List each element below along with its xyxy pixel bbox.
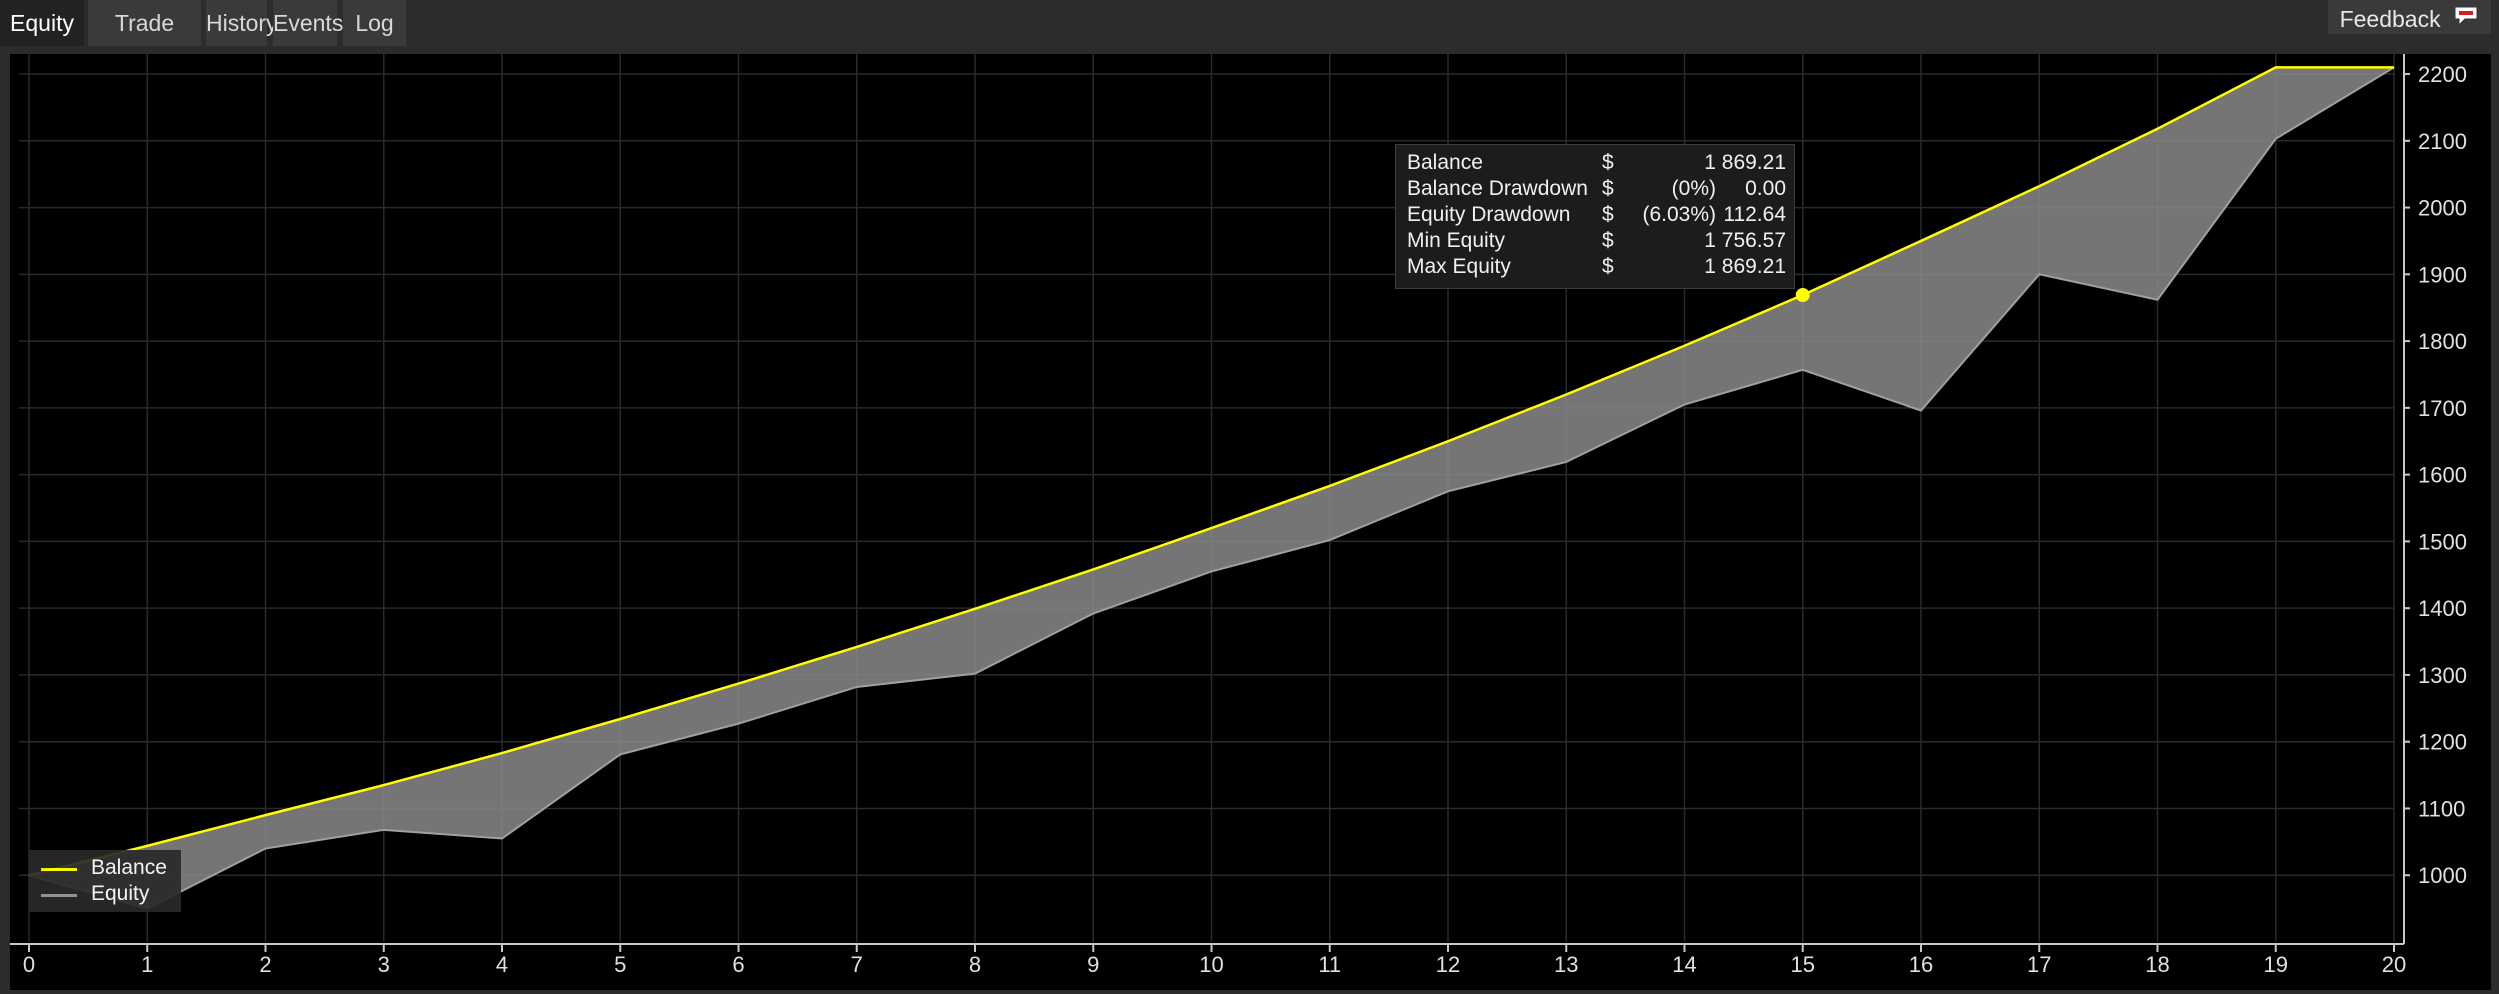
x-tick-label: 9	[1087, 952, 1099, 977]
tooltip-label: Max Equity	[1407, 255, 1511, 278]
x-tick-label: 12	[1436, 952, 1460, 977]
tooltip-currency: $	[1602, 151, 1614, 174]
y-tick-label: 1100	[2418, 796, 2465, 821]
y-tick-label: 1300	[2418, 663, 2467, 688]
tab-log[interactable]: Log	[343, 0, 406, 46]
tooltip-label: Balance Drawdown	[1407, 177, 1588, 200]
y-tick-label: 1600	[2418, 463, 2467, 488]
feedback-button[interactable]: Feedback	[2327, 0, 2491, 36]
tooltip-value: 0.00	[1745, 177, 1786, 200]
legend-balance-label: Balance	[91, 856, 167, 879]
tooltip-row-max-equity: Max Equity $ 1 869.21	[1396, 255, 1796, 281]
chart-tooltip: Balance $ 1 869.21 Balance Drawdown $ (0…	[1395, 144, 1795, 289]
x-tick-label: 15	[1791, 952, 1815, 977]
tooltip-percent: (6.03%)	[1642, 203, 1716, 226]
tooltip-value: 1 869.21	[1704, 255, 1786, 278]
balance-swatch	[41, 868, 77, 871]
tooltip-row-min-equity: Min Equity $ 1 756.57	[1396, 229, 1796, 255]
tooltip-currency: $	[1602, 255, 1614, 278]
x-tick-label: 10	[1199, 952, 1223, 977]
equity-swatch	[41, 894, 77, 897]
x-tick-label: 11	[1318, 952, 1341, 977]
feedback-label: Feedback	[2339, 5, 2441, 32]
tab-history[interactable]: History	[206, 0, 278, 46]
tooltip-currency: $	[1602, 229, 1614, 252]
tooltip-currency: $	[1602, 203, 1614, 226]
tooltip-value: 1 869.21	[1704, 151, 1786, 174]
x-tick-label: 3	[378, 952, 390, 977]
x-tick-label: 17	[2027, 952, 2051, 977]
x-tick-label: 1	[141, 952, 153, 977]
legend-equity-label: Equity	[91, 882, 150, 905]
y-tick-label: 1800	[2418, 329, 2467, 354]
x-tick-label: 6	[732, 952, 744, 977]
chart-legend: Balance Equity	[29, 850, 181, 912]
x-tick-label: 4	[496, 952, 508, 977]
y-tick-label: 1700	[2418, 396, 2467, 421]
x-tick-label: 13	[1554, 952, 1578, 977]
tab-equity-chart[interactable]: Equity Chart	[0, 0, 84, 82]
y-tick-label: 2100	[2418, 129, 2467, 154]
equity-chart: 1000110012001300140015001600170018001900…	[10, 54, 2467, 977]
tooltip-value: 112.64	[1723, 203, 1786, 226]
y-tick-label: 1900	[2418, 262, 2467, 287]
x-tick-label: 16	[1909, 952, 1933, 977]
tooltip-row-equity-drawdown: Equity Drawdown $ (6.03%) 112.64	[1396, 203, 1796, 229]
x-tick-label: 20	[2382, 952, 2406, 977]
x-tick-label: 19	[2264, 952, 2288, 977]
x-tick-label: 7	[851, 952, 863, 977]
y-tick-label: 1400	[2418, 596, 2467, 621]
x-tick-label: 18	[2145, 952, 2169, 977]
y-tick-label: 2200	[2418, 62, 2467, 87]
x-tick-label: 8	[969, 952, 981, 977]
tooltip-value: 1 756.57	[1704, 229, 1786, 252]
tooltip-percent: (0%)	[1671, 177, 1716, 200]
balance-highlight-point	[1795, 288, 1810, 303]
y-tick-label: 1500	[2418, 529, 2467, 554]
tab-events[interactable]: Events	[273, 0, 343, 46]
x-tick-label: 2	[259, 952, 271, 977]
tooltip-label: Min Equity	[1407, 229, 1506, 252]
tooltip-label: Balance	[1407, 151, 1483, 174]
tab-trade-statistics[interactable]: Trade Statistics	[88, 0, 201, 82]
x-tick-label: 14	[1672, 952, 1696, 977]
y-tick-label: 1200	[2418, 730, 2467, 755]
x-tick-label: 5	[614, 952, 626, 977]
speech-bubble-icon	[2453, 2, 2479, 36]
tooltip-label: Equity Drawdown	[1407, 203, 1571, 226]
x-tick-label: 0	[23, 952, 35, 977]
equity-chart-area[interactable]: 1000 1100 1200 1300 1400 1500 1600 1700 1800 1900…	[10, 54, 2491, 990]
tooltip-currency: $	[1602, 177, 1614, 200]
y-tick-label: 2000	[2418, 196, 2467, 221]
tooltip-row-balance: Balance $ 1 869.21	[1396, 151, 1796, 177]
tooltip-row-balance-drawdown: Balance Drawdown $ (0%) 0.00	[1396, 177, 1796, 203]
y-tick-label: 1000	[2418, 863, 2467, 888]
tab-bar: Equity Chart Trade Statistics History Ev…	[0, 0, 2499, 82]
